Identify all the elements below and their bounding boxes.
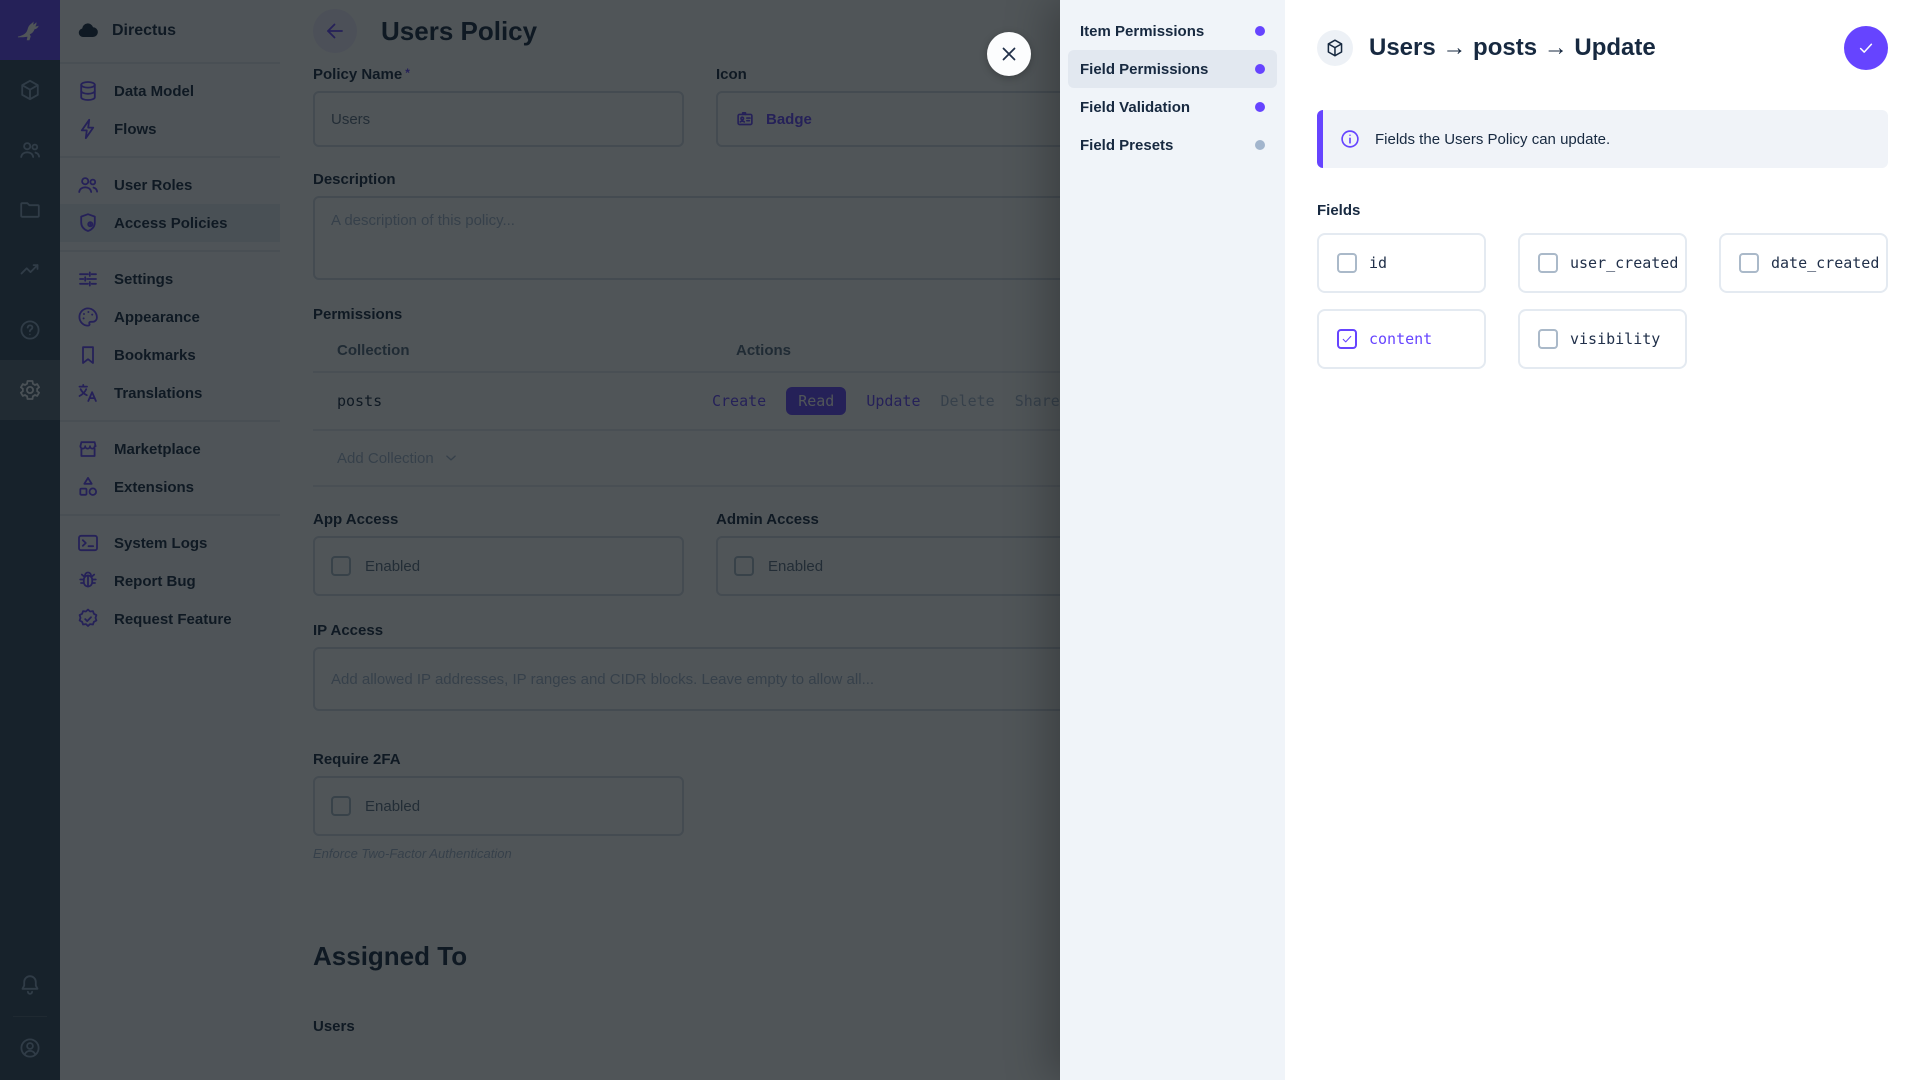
field-card-label: id <box>1369 254 1388 272</box>
drawer-nav-label: Field Validation <box>1080 98 1191 116</box>
collection-avatar <box>1317 30 1353 66</box>
drawer-nav-field-presets[interactable]: Field Presets <box>1068 126 1277 164</box>
field-checkbox-user_created[interactable] <box>1538 253 1558 273</box>
close-drawer-button[interactable] <box>987 32 1031 76</box>
directus-app: Directus Data ModelFlowsUser RolesAccess… <box>0 0 1920 1080</box>
drawer-nav: Item Permissions Field Permissions Field V… <box>1060 0 1285 1080</box>
drawer-nav-label: Field Presets <box>1080 136 1174 154</box>
field-checkbox-id[interactable] <box>1337 253 1357 273</box>
info-notice: Fields the Users Policy can update. <box>1317 110 1888 168</box>
drawer-nav-item-permissions[interactable]: Item Permissions <box>1068 12 1277 50</box>
field-card-content[interactable]: content <box>1317 309 1486 369</box>
status-dot <box>1255 26 1265 36</box>
drawer-nav-label: Item Permissions <box>1080 22 1205 40</box>
field-checkbox-date_created[interactable] <box>1739 253 1759 273</box>
fields-section-label: Fields <box>1317 202 1361 219</box>
drawer-nav-field-permissions[interactable]: Field Permissions <box>1068 50 1277 88</box>
close-icon <box>997 42 1021 66</box>
field-checkbox-content[interactable] <box>1337 329 1357 349</box>
field-card-user_created[interactable]: user_created <box>1518 233 1687 293</box>
drawer-nav-label: Field Permissions <box>1080 60 1209 78</box>
status-dot <box>1255 64 1265 74</box>
status-dot <box>1255 102 1265 112</box>
drawer-title: Users → posts → Update <box>1369 34 1656 61</box>
notice-text: Fields the Users Policy can update. <box>1375 130 1611 148</box>
field-checkbox-visibility[interactable] <box>1538 329 1558 349</box>
field-card-label: date_created <box>1771 254 1880 272</box>
drawer-header: Users → posts → Update <box>1317 24 1888 72</box>
field-card-label: user_created <box>1570 254 1679 272</box>
info-icon <box>1339 128 1361 150</box>
field-card-id[interactable]: id <box>1317 233 1486 293</box>
status-dot <box>1255 140 1265 150</box>
field-card-label: content <box>1369 330 1433 348</box>
box-icon <box>1324 37 1346 59</box>
check-icon <box>1856 38 1876 58</box>
drawer-content: Users → posts → Update Fields the Users … <box>1285 0 1920 1080</box>
field-card-date_created[interactable]: date_created <box>1719 233 1888 293</box>
drawer-nav-field-validation[interactable]: Field Validation <box>1068 88 1277 126</box>
field-card-visibility[interactable]: visibility <box>1518 309 1687 369</box>
fields-grid: id user_created date_createdcontent visibil… <box>1317 233 1888 369</box>
field-card-label: visibility <box>1570 330 1661 348</box>
save-button[interactable] <box>1844 26 1888 70</box>
permissions-drawer: Item Permissions Field Permissions Field V… <box>1060 0 1920 1080</box>
